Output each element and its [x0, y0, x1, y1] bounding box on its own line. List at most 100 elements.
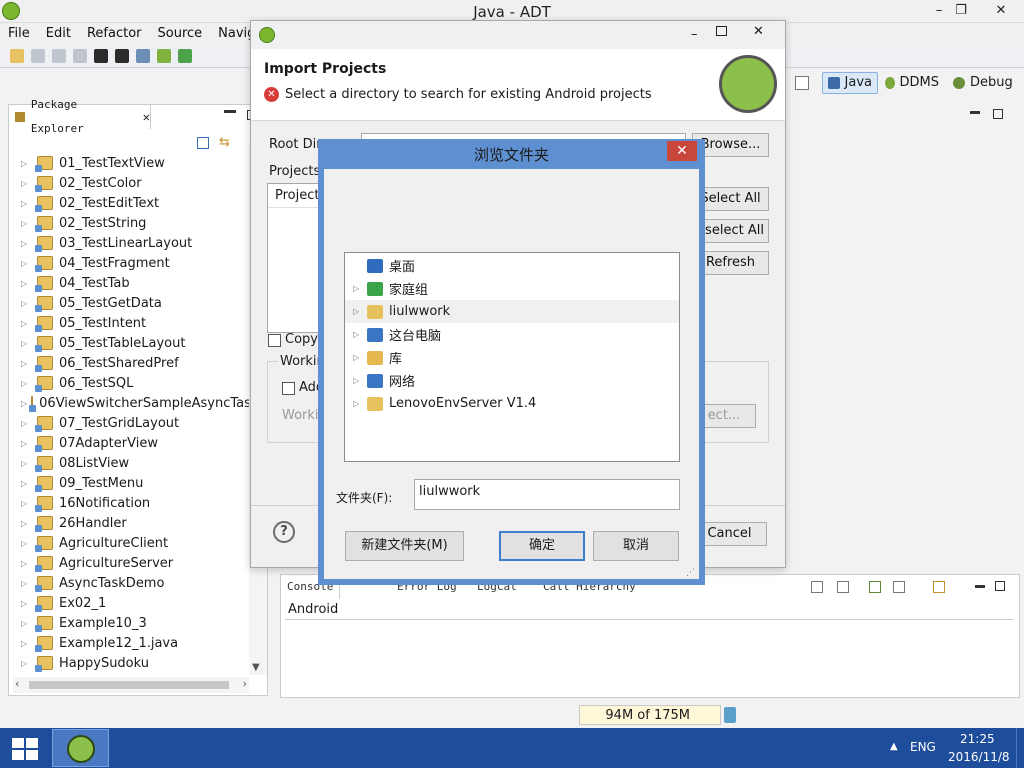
expand-arrow-icon[interactable]: ▷ [21, 339, 33, 348]
tree-item[interactable]: ▷ 库 [345, 346, 679, 369]
expand-arrow-icon[interactable]: ▷ [21, 459, 33, 468]
console-maximize-button[interactable] [995, 581, 1005, 591]
list-item[interactable]: ▷ 06_TestSQL [9, 373, 249, 393]
scroll-down-icon[interactable]: ▼ [252, 662, 260, 673]
list-item[interactable]: ▷ 02_TestColor [9, 173, 249, 193]
clock-time[interactable]: 21:25 [960, 732, 995, 746]
clear-console-icon[interactable] [811, 581, 823, 593]
menu-file[interactable]: File [0, 23, 38, 44]
expand-arrow-icon[interactable]: ▷ [21, 279, 33, 288]
adt-taskbar-button[interactable] [52, 729, 109, 767]
new-icon[interactable] [10, 48, 24, 63]
editor-maximize-button[interactable] [993, 109, 1003, 119]
language-indicator[interactable]: ENG [910, 740, 936, 754]
scroll-left-icon[interactable]: ‹ [15, 677, 19, 690]
tree-expand-icon[interactable]: ▷ [353, 353, 363, 362]
console-minimize-button[interactable] [975, 585, 985, 588]
expand-arrow-icon[interactable]: ▷ [21, 499, 33, 508]
list-item[interactable]: ▷ 02_TestEditText [9, 193, 249, 213]
list-item[interactable]: ▷ 09_TestMenu [9, 473, 249, 493]
editor-minimize-button[interactable] [970, 111, 980, 114]
tree-item[interactable]: ▷ 家庭组 [345, 277, 679, 300]
expand-arrow-icon[interactable]: ▷ [21, 199, 33, 208]
list-item[interactable]: ▷ 16Notification [9, 493, 249, 513]
menu-refactor[interactable]: Refactor [79, 23, 150, 44]
expand-arrow-icon[interactable]: ▷ [21, 259, 33, 268]
android-sdk-icon[interactable] [157, 48, 171, 63]
list-item[interactable]: ▷ 06ViewSwitcherSampleAsyncTask [9, 393, 249, 413]
list-item[interactable]: ▷ 07AdapterView [9, 433, 249, 453]
maximize-button[interactable]: ❐ [946, 0, 976, 22]
dialog-close-button[interactable]: ✕ [753, 24, 764, 39]
scroll-lock-icon[interactable] [837, 581, 849, 593]
horizontal-scrollbar[interactable]: ‹ › [13, 677, 249, 693]
download-icon[interactable] [115, 48, 129, 63]
expand-arrow-icon[interactable]: ▷ [21, 519, 33, 528]
check-icon[interactable] [178, 48, 192, 63]
upload-icon[interactable] [94, 48, 108, 63]
tree-item[interactable]: ▷ LenovoEnvServer V1.4 [345, 392, 679, 415]
list-item[interactable]: ▷ 05_TestGetData [9, 293, 249, 313]
menu-source[interactable]: Source [150, 23, 211, 44]
expand-arrow-icon[interactable]: ▷ [21, 479, 33, 488]
package-explorer-tab[interactable]: Package Explorer ✕ [9, 98, 151, 135]
list-item[interactable]: ▷ 04_TestTab [9, 273, 249, 293]
show-hidden-icons-icon[interactable]: ▲ [890, 741, 898, 752]
tree-item[interactable]: 桌面 [345, 254, 679, 277]
expand-arrow-icon[interactable]: ▷ [21, 639, 33, 648]
tree-item[interactable]: ▷ liulwwork [345, 300, 679, 323]
display-console-icon[interactable] [893, 581, 905, 593]
expand-arrow-icon[interactable]: ▷ [21, 159, 33, 168]
perspective-debug[interactable]: Debug [948, 72, 1018, 94]
expand-arrow-icon[interactable]: ▷ [21, 179, 33, 188]
list-item[interactable]: ▷ 07_TestGridLayout [9, 413, 249, 433]
list-item[interactable]: ▷ 05_TestIntent [9, 313, 249, 333]
list-item[interactable]: ▷ 01_TestTextView [9, 153, 249, 173]
list-item[interactable]: ▷ Example10_3 [9, 613, 249, 633]
list-item[interactable]: ▷ 26Handler [9, 513, 249, 533]
tree-expand-icon[interactable]: ▷ [353, 399, 363, 408]
tree-expand-icon[interactable]: ▷ [353, 307, 363, 316]
tree-expand-icon[interactable]: ▷ [353, 284, 363, 293]
pin-console-icon[interactable] [869, 581, 881, 593]
list-item[interactable]: ▷ 02_TestString [9, 213, 249, 233]
windows-start-icon[interactable] [12, 738, 38, 760]
list-item[interactable]: ▷ 05_TestTableLayout [9, 333, 249, 353]
expand-arrow-icon[interactable]: ▷ [21, 399, 27, 408]
expand-arrow-icon[interactable]: ▷ [21, 599, 33, 608]
perspective-ddms[interactable]: DDMS [880, 72, 944, 94]
list-item[interactable]: ▷ AgricultureClient [9, 533, 249, 553]
expand-arrow-icon[interactable]: ▷ [21, 579, 33, 588]
browse-cancel-button[interactable]: 取消 [593, 531, 679, 561]
list-item[interactable]: ▷ 03_TestLinearLayout [9, 233, 249, 253]
add-working-set-checkbox[interactable] [282, 382, 295, 395]
list-item[interactable]: ▷ AgricultureServer [9, 553, 249, 573]
expand-arrow-icon[interactable]: ▷ [21, 659, 33, 668]
tree-expand-icon[interactable]: ▷ [353, 376, 363, 385]
folder-input[interactable]: liulwwork [414, 479, 680, 510]
close-button[interactable]: ✕ [986, 0, 1016, 22]
trash-icon[interactable] [724, 707, 736, 723]
expand-arrow-icon[interactable]: ▷ [21, 419, 33, 428]
expand-arrow-icon[interactable]: ▷ [21, 379, 33, 388]
close-tab-icon[interactable]: ✕ [143, 105, 150, 129]
expand-arrow-icon[interactable]: ▷ [21, 559, 33, 568]
list-item[interactable]: ▷ HappySudoku [9, 653, 249, 673]
expand-arrow-icon[interactable]: ▷ [21, 439, 33, 448]
expand-arrow-icon[interactable]: ▷ [21, 219, 33, 228]
list-item[interactable]: ▷ AsyncTaskDemo [9, 573, 249, 593]
expand-arrow-icon[interactable]: ▷ [21, 319, 33, 328]
open-perspective-icon[interactable] [795, 76, 809, 90]
link-editor-icon[interactable]: ⇆ [219, 135, 235, 150]
resize-grip-icon[interactable]: ⋰ [686, 568, 695, 578]
list-item[interactable]: ▷ Ex02_1 [9, 593, 249, 613]
panel-minimize-button[interactable] [224, 110, 236, 113]
dialog-minimize-button[interactable]: – [691, 27, 698, 42]
help-icon[interactable]: ? [273, 521, 295, 543]
tree-expand-icon[interactable]: ▷ [353, 330, 363, 339]
expand-arrow-icon[interactable]: ▷ [21, 359, 33, 368]
clock-date[interactable]: 2016/11/8 [948, 750, 1010, 764]
menu-edit[interactable]: Edit [38, 23, 79, 44]
perspective-java[interactable]: Java [822, 72, 878, 94]
ok-button[interactable]: 确定 [499, 531, 585, 561]
